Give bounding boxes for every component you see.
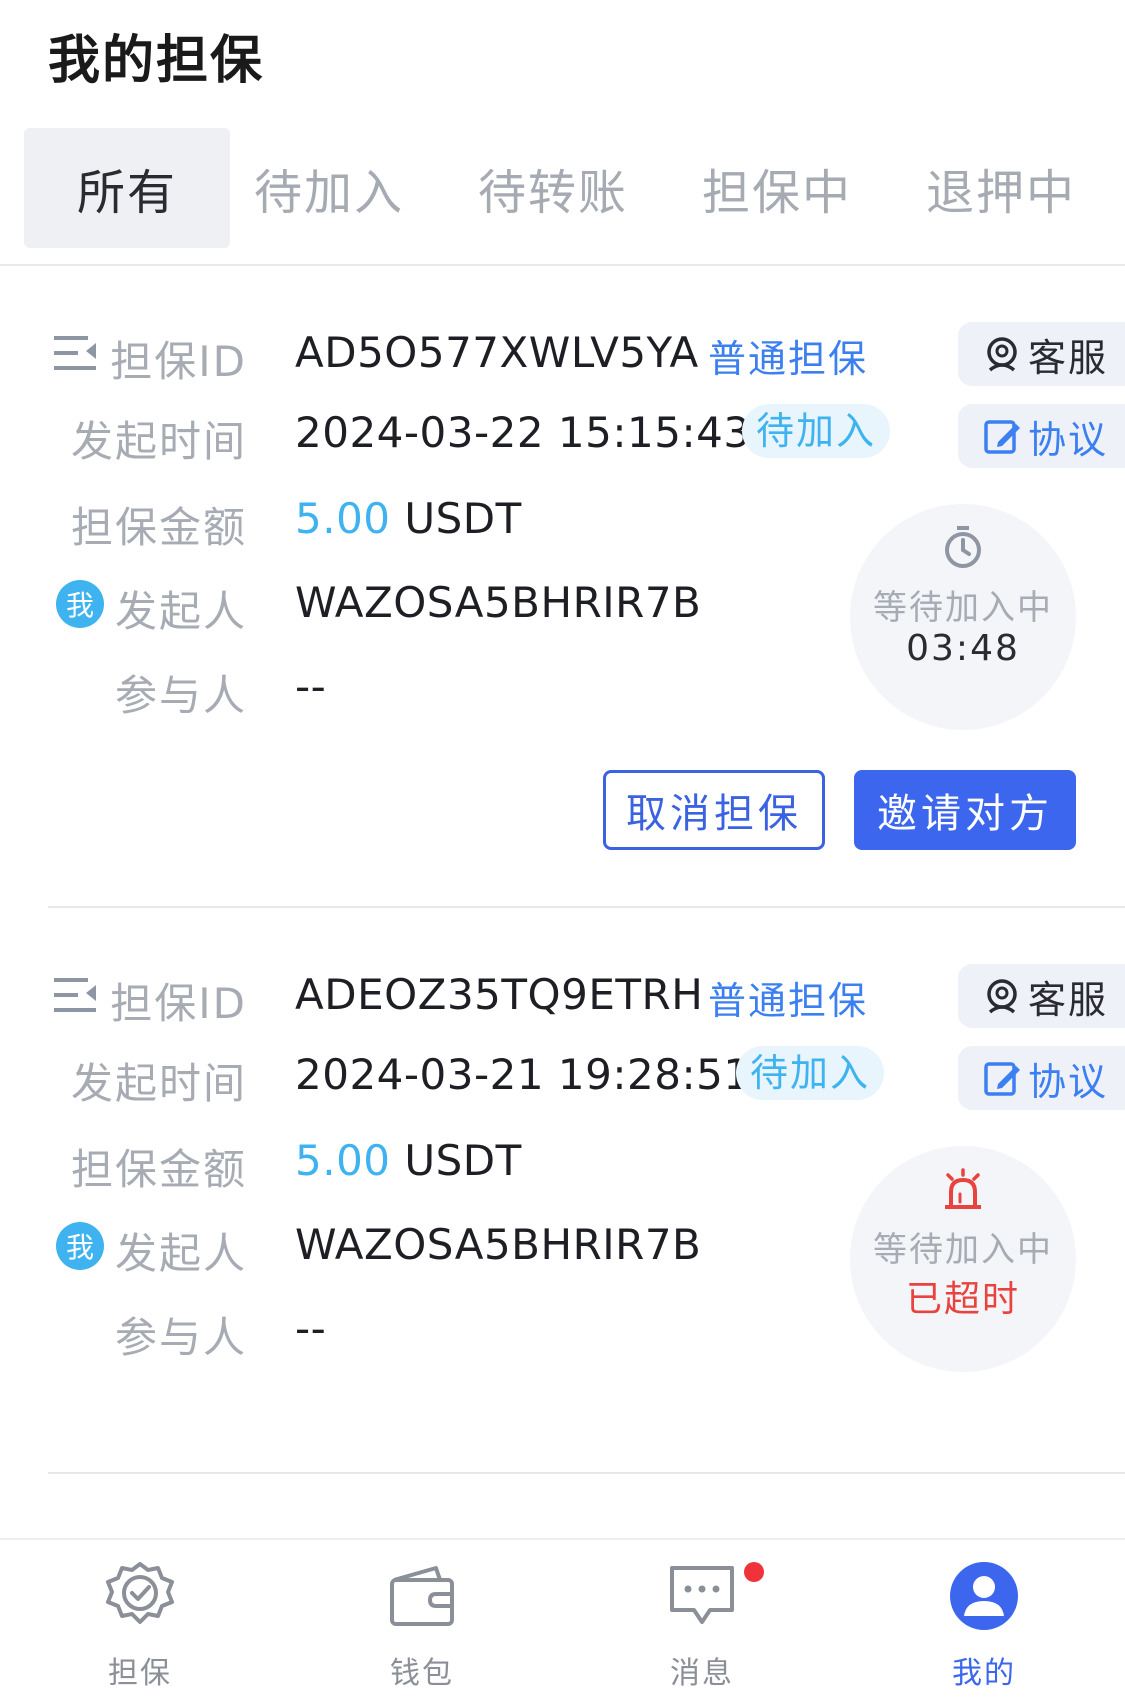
page-title: 我的担保 bbox=[48, 31, 265, 91]
guarantee-card: 担保ID AD5O577XWLV5YA 普通担保 客服 发起时间 2024-03… bbox=[0, 318, 1125, 878]
wallet-icon bbox=[390, 1566, 454, 1626]
nav-wallet-label: 钱包 bbox=[390, 1656, 454, 1691]
headset-icon bbox=[987, 337, 1017, 372]
tab-in-guarantee[interactable]: 担保中 bbox=[674, 128, 880, 248]
tab-bar: 所有 待加入 待转账 担保中 退押中 bbox=[0, 128, 1125, 266]
amount-label: 担保金额 bbox=[70, 1145, 247, 1194]
participant-value: -- bbox=[295, 1304, 327, 1353]
nav-messages-label: 消息 bbox=[670, 1656, 734, 1691]
invite-counterparty-button[interactable]: 邀请对方 bbox=[854, 770, 1076, 850]
customer-service-label: 客服 bbox=[1028, 335, 1109, 380]
user-icon bbox=[950, 1562, 1018, 1630]
protocol-label: 协议 bbox=[1028, 1059, 1109, 1104]
tab-pending-join[interactable]: 待加入 bbox=[226, 128, 432, 248]
protocol-label: 协议 bbox=[1028, 417, 1109, 462]
card-divider bbox=[48, 1472, 1125, 1474]
cancel-guarantee-button[interactable]: 取消担保 bbox=[603, 770, 825, 850]
tabs-divider bbox=[0, 264, 1125, 266]
tab-all[interactable]: 所有 bbox=[24, 128, 230, 248]
customer-service-label: 客服 bbox=[1028, 977, 1109, 1022]
tab-pending-transfer[interactable]: 待转账 bbox=[450, 128, 656, 248]
customer-service-button[interactable]: 客服 bbox=[958, 322, 1125, 386]
guarantee-id-value: AD5O577XWLV5YA bbox=[295, 328, 699, 377]
headset-icon bbox=[987, 979, 1017, 1014]
amount-value: 5.00 USDT bbox=[295, 1136, 522, 1185]
timer-title: 等待加入中 bbox=[873, 1230, 1053, 1270]
guarantee-id-value: ADEOZ35TQ9ETRH bbox=[295, 970, 704, 1019]
participant-label: 参与人 bbox=[114, 1313, 247, 1362]
status-badge: 待加入 bbox=[742, 404, 891, 458]
participant-label: 参与人 bbox=[114, 671, 247, 720]
timer-title: 等待加入中 bbox=[873, 588, 1053, 628]
nav-messages[interactable]: 消息 bbox=[602, 1540, 802, 1708]
participant-value: -- bbox=[295, 662, 327, 711]
stopwatch-icon bbox=[945, 526, 981, 568]
protocol-button[interactable]: 协议 bbox=[958, 1046, 1125, 1110]
waiting-timer: 等待加入中 已超时 bbox=[850, 1146, 1076, 1372]
guarantee-type-tag: 普通担保 bbox=[708, 979, 869, 1023]
initiator-value: WAZOSA5BHRIR7B bbox=[295, 1220, 702, 1269]
initiator-label: 发起人 bbox=[114, 587, 247, 636]
shield-check-icon bbox=[106, 1562, 174, 1624]
start-time-label: 发起时间 bbox=[70, 417, 247, 466]
amount-value: 5.00 USDT bbox=[295, 494, 522, 543]
nav-mine-label: 我的 bbox=[952, 1656, 1016, 1691]
tab-refunding[interactable]: 退押中 bbox=[898, 128, 1104, 248]
customer-service-button[interactable]: 客服 bbox=[958, 964, 1125, 1028]
nav-guarantee-label: 担保 bbox=[108, 1656, 172, 1691]
card-divider bbox=[48, 906, 1125, 908]
edit-document-icon bbox=[984, 1062, 1020, 1096]
alarm-siren-icon bbox=[945, 1168, 981, 1209]
timer-timeout: 已超时 bbox=[905, 1279, 1020, 1320]
me-badge: 我 bbox=[56, 580, 104, 628]
nav-guarantee[interactable]: 担保 bbox=[40, 1540, 240, 1708]
protocol-button[interactable]: 协议 bbox=[958, 404, 1125, 468]
nav-mine[interactable]: 我的 bbox=[884, 1540, 1084, 1708]
guarantee-type-tag: 普通担保 bbox=[708, 337, 869, 381]
guarantee-id-label: 担保ID bbox=[110, 337, 247, 386]
message-icon bbox=[670, 1566, 734, 1624]
edit-document-icon bbox=[984, 420, 1020, 454]
unread-dot bbox=[744, 1562, 764, 1582]
status-badge: 待加入 bbox=[736, 1046, 885, 1100]
amount-label: 担保金额 bbox=[70, 503, 247, 552]
list-icon bbox=[54, 336, 96, 370]
me-badge: 我 bbox=[56, 1222, 104, 1270]
guarantee-id-label: 担保ID bbox=[110, 979, 247, 1028]
guarantee-card: 担保ID ADEOZ35TQ9ETRH 普通担保 客服 发起时间 2024-03… bbox=[0, 960, 1125, 1440]
bottom-nav: 担保 钱包 消息 我的 bbox=[0, 1538, 1125, 1708]
timer-countdown: 03:48 bbox=[906, 628, 1020, 669]
list-icon bbox=[54, 978, 96, 1012]
initiator-value: WAZOSA5BHRIR7B bbox=[295, 578, 702, 627]
waiting-timer: 等待加入中 03:48 bbox=[850, 504, 1076, 730]
nav-wallet[interactable]: 钱包 bbox=[322, 1540, 522, 1708]
start-time-label: 发起时间 bbox=[70, 1059, 247, 1108]
start-time-value: 2024-03-22 15:15:43 bbox=[295, 408, 751, 457]
start-time-value: 2024-03-21 19:28:51 bbox=[295, 1050, 751, 1099]
initiator-label: 发起人 bbox=[114, 1229, 247, 1278]
